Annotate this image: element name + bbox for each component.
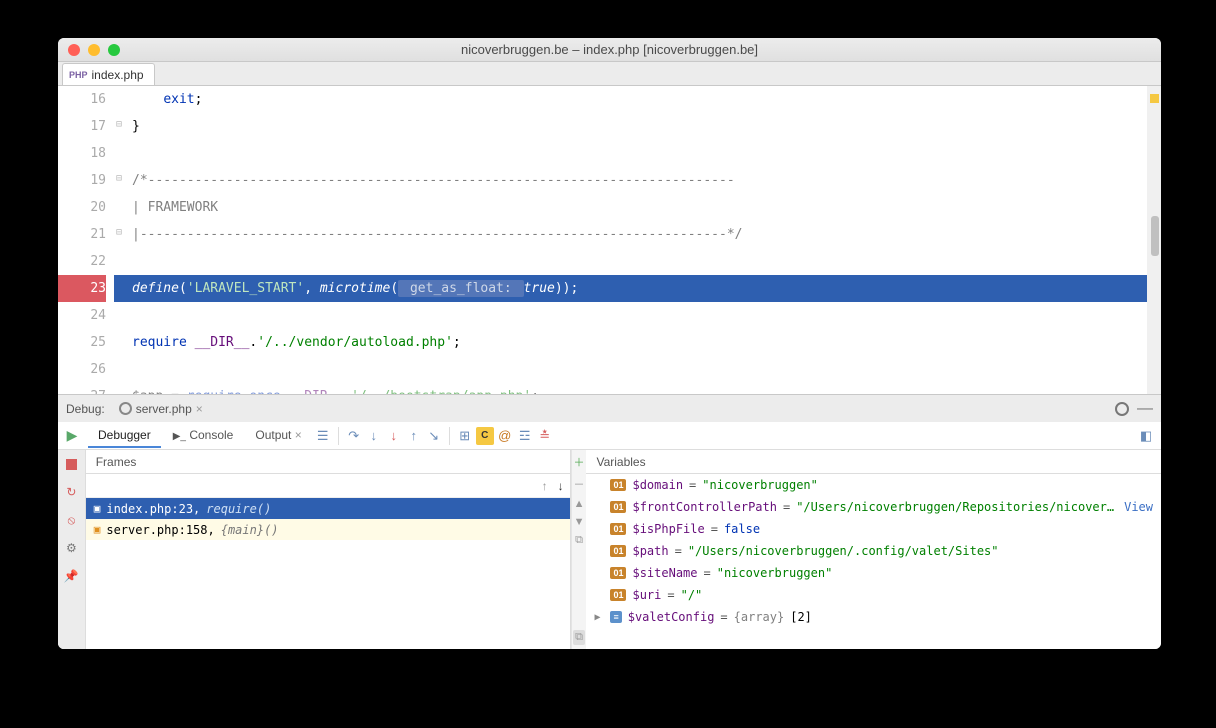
copy-icon[interactable]: ⧉ bbox=[575, 534, 583, 547]
frame-icon: ▣ bbox=[94, 502, 101, 515]
ide-window: nicoverbruggen.be – index.php [nicoverbr… bbox=[58, 38, 1161, 649]
tab-console[interactable]: ▶_ Console bbox=[163, 424, 244, 448]
frame-row[interactable]: ▣ server.php:158, {main}() bbox=[86, 519, 570, 540]
variable-row[interactable]: 01$siteName = "nicoverbruggen" bbox=[586, 562, 1161, 584]
file-tab-index[interactable]: PHP index.php bbox=[62, 63, 155, 85]
close-tab-icon[interactable]: × bbox=[196, 402, 203, 416]
current-execution-line: define('LARAVEL_START', microtime( get_a… bbox=[114, 275, 1161, 302]
window-title: nicoverbruggen.be – index.php [nicoverbr… bbox=[58, 42, 1161, 57]
at-icon[interactable]: @ bbox=[496, 427, 514, 445]
php-file-icon: PHP bbox=[69, 70, 88, 80]
debug-panel-header: Debug: server.php × — bbox=[58, 394, 1161, 422]
step-out-icon[interactable]: ↑ bbox=[405, 427, 423, 445]
variable-row[interactable]: 01$uri = "/" bbox=[586, 584, 1161, 606]
resume-button[interactable]: ▶ bbox=[67, 427, 78, 444]
minimize-panel-icon[interactable]: — bbox=[1137, 400, 1153, 418]
stop-button[interactable] bbox=[63, 456, 79, 472]
debug-label: Debug: bbox=[66, 402, 105, 416]
step-into-icon[interactable]: ↓ bbox=[365, 427, 383, 445]
expand-arrow-icon[interactable]: ▶ bbox=[594, 612, 604, 623]
variable-row[interactable]: 01$isPhpFile = false bbox=[586, 518, 1161, 540]
evaluate-icon[interactable]: ⊞ bbox=[456, 427, 474, 445]
editor-tab-bar: PHP index.php bbox=[58, 62, 1161, 86]
down-icon[interactable]: ▼ bbox=[574, 516, 585, 528]
tab-output[interactable]: Output × bbox=[245, 424, 311, 448]
up-icon[interactable]: ▲ bbox=[574, 498, 585, 510]
frames-panel: Frames ↑ ↓ ▣ index.php:23, require() ▣ s… bbox=[86, 450, 571, 649]
frame-row[interactable]: ▣ index.php:23, require() bbox=[86, 498, 570, 519]
traffic-lights bbox=[68, 44, 120, 56]
panel-layout-icon[interactable]: ◧ bbox=[1137, 427, 1155, 445]
variable-row[interactable]: 01$frontControllerPath = "/Users/nicover… bbox=[586, 496, 1161, 518]
file-tab-label: index.php bbox=[92, 68, 144, 82]
tab-debugger[interactable]: Debugger bbox=[88, 424, 161, 448]
titlebar: nicoverbruggen.be – index.php [nicoverbr… bbox=[58, 38, 1161, 62]
close-window-button[interactable] bbox=[68, 44, 80, 56]
frames-toolbar: ↑ ↓ bbox=[86, 474, 570, 498]
view-link[interactable]: View bbox=[1124, 500, 1153, 514]
variable-row[interactable]: 01$path = "/Users/nicoverbruggen/.config… bbox=[586, 540, 1161, 562]
frames-list[interactable]: ▣ index.php:23, require() ▣ server.php:1… bbox=[86, 498, 570, 649]
scrollbar-thumb[interactable] bbox=[1151, 216, 1159, 256]
variables-panel: Variables 01$domain = "nicoverbruggen" 0… bbox=[586, 450, 1161, 649]
variables-header: Variables bbox=[586, 450, 1161, 474]
step-over-icon[interactable]: ↷ bbox=[345, 427, 363, 445]
code-editor[interactable]: 16 17 18 19 20 21 22 23 24 25 26 27 ⊟ ⊟ … bbox=[58, 86, 1161, 394]
run-to-cursor-icon[interactable]: ↘ bbox=[425, 427, 443, 445]
frame-icon: ▣ bbox=[94, 523, 101, 536]
debug-session-tab[interactable]: server.php × bbox=[113, 399, 209, 419]
bug-icon bbox=[119, 402, 132, 415]
add-frame-icon[interactable]: ＋ bbox=[574, 454, 585, 470]
settings-icon[interactable] bbox=[1115, 402, 1129, 416]
link-icon[interactable]: ⧉ bbox=[573, 630, 585, 645]
remove-frame-icon[interactable]: － bbox=[574, 476, 585, 492]
variables-list[interactable]: 01$domain = "nicoverbruggen" 01$frontCon… bbox=[586, 474, 1161, 649]
variable-row[interactable]: ▶≡$valetConfig = {array} [2] bbox=[586, 606, 1161, 628]
trace-icon[interactable]: C bbox=[476, 427, 494, 445]
editor-scrollbar[interactable] bbox=[1147, 86, 1161, 394]
rerun-icon[interactable]: ↻ bbox=[63, 484, 79, 500]
debug-toolbar: ▶ Debugger ▶_ Console Output × ☰ ↷ ↓ ↓ ↑… bbox=[58, 422, 1161, 450]
list-icon[interactable]: ☲ bbox=[516, 427, 534, 445]
zoom-window-button[interactable] bbox=[108, 44, 120, 56]
frames-scroll-controls: ＋ － ▲ ▼ ⧉ ⧉ bbox=[571, 450, 587, 649]
debug-body: ↻ ⦸ ⚙ 📌 Frames ↑ ↓ ▣ index.php:23, requi… bbox=[58, 450, 1161, 649]
minimize-window-button[interactable] bbox=[88, 44, 100, 56]
mute-breakpoints-icon[interactable]: ⦸ bbox=[63, 512, 79, 528]
force-step-into-icon[interactable]: ↓ bbox=[385, 427, 403, 445]
settings-cog-icon[interactable]: ⚙ bbox=[63, 540, 79, 556]
layout-icon[interactable]: ☰ bbox=[314, 427, 332, 445]
prev-frame-icon[interactable]: ↑ bbox=[542, 479, 548, 493]
debug-sidebar: ↻ ⦸ ⚙ 📌 bbox=[58, 450, 86, 649]
variable-row[interactable]: 01$domain = "nicoverbruggen" bbox=[586, 474, 1161, 496]
warning-marker-icon[interactable] bbox=[1150, 94, 1159, 103]
frames-header: Frames bbox=[86, 450, 570, 474]
pin-icon[interactable]: 📌 bbox=[63, 568, 79, 584]
gutter: 16 17 18 19 20 21 22 23 24 25 26 27 bbox=[58, 86, 114, 394]
next-frame-icon[interactable]: ↓ bbox=[558, 479, 564, 493]
add-icon[interactable]: ≛ bbox=[536, 427, 554, 445]
code-area[interactable]: exit; } /*------------------------------… bbox=[114, 86, 1161, 394]
